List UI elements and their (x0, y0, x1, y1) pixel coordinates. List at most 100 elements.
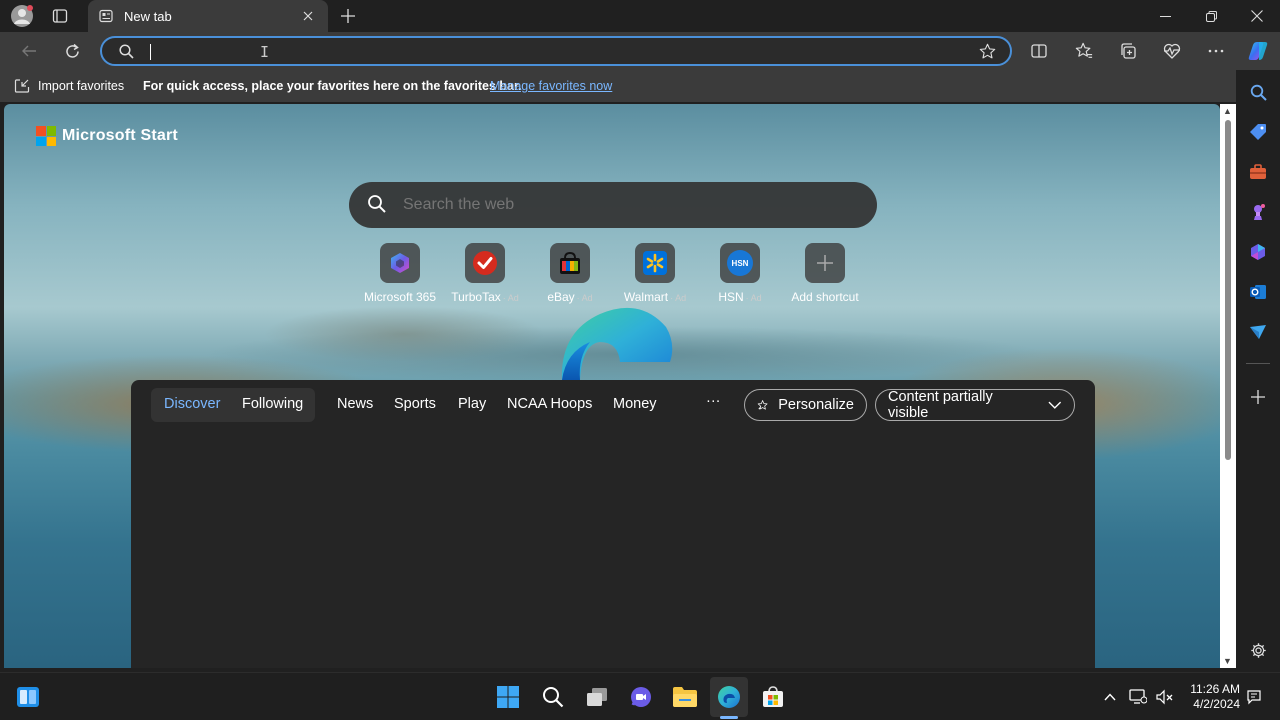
tab-sports[interactable]: Sports (394, 396, 436, 412)
content-visibility-label: Content partially visible (888, 389, 993, 421)
microsoft-store-button[interactable] (759, 683, 787, 711)
tab-ncaa-hoops[interactable]: NCAA Hoops (507, 396, 592, 412)
edge-taskbar-button[interactable] (715, 683, 743, 711)
turbotax-icon (473, 251, 497, 275)
sidebar-shopping-button[interactable] (1246, 120, 1270, 144)
search-icon (119, 44, 134, 59)
close-icon (1251, 10, 1263, 22)
show-hidden-icons-button[interactable] (1097, 683, 1123, 711)
file-explorer-button[interactable] (671, 683, 699, 711)
address-bar[interactable]: I (100, 36, 1012, 66)
new-tab-button[interactable] (334, 4, 362, 28)
shortcut-tile (635, 243, 675, 283)
collections-button[interactable] (1113, 37, 1143, 65)
favorites-star-list-icon (1075, 42, 1093, 58)
minimize-button[interactable] (1142, 0, 1188, 32)
widgets-icon (17, 687, 39, 707)
mouse-ibeam-cursor-icon: I (260, 43, 270, 61)
manage-favorites-link[interactable]: Manage favorites now (490, 79, 612, 93)
shortcut-hsn[interactable]: HSN HSN · Ad (695, 243, 785, 304)
network-display-icon (1129, 689, 1147, 704)
import-favorites-button[interactable]: Import favorites (14, 78, 124, 94)
shortcut-label: Microsoft 365 (363, 290, 437, 304)
add-shortcut-button[interactable]: Add shortcut (780, 243, 870, 304)
teams-chat-button[interactable] (627, 683, 655, 711)
plus-icon (1251, 390, 1265, 404)
settings-and-more-button[interactable] (1201, 37, 1231, 65)
shortcut-tile (380, 243, 420, 283)
ad-badge: · Ad (745, 293, 762, 303)
scroll-down-arrow-icon[interactable]: ▼ (1223, 656, 1232, 666)
tab-discover[interactable]: Discover (164, 396, 220, 412)
page-scrollbar[interactable]: ▲ ▼ (1220, 104, 1236, 668)
split-screen-button[interactable] (1024, 37, 1054, 65)
microsoft-365-icon (1251, 244, 1265, 260)
tab-news[interactable]: News (337, 396, 373, 412)
network-status-button[interactable] (1126, 683, 1150, 711)
sidebar-microsoft-365-button[interactable] (1246, 240, 1270, 264)
sidebar-settings-button[interactable] (1246, 638, 1270, 662)
profile-avatar[interactable] (8, 4, 36, 28)
sidebar-tools-button[interactable] (1246, 160, 1270, 184)
microsoft-start-logo[interactable]: Microsoft Start (36, 126, 178, 146)
brand-title: Microsoft Start (62, 127, 178, 144)
more-tabs-button[interactable]: ··· (706, 393, 721, 409)
heart-pulse-icon (1163, 43, 1181, 59)
sidebar-add-button[interactable] (1246, 385, 1270, 409)
microsoft-365-icon (391, 253, 409, 273)
folder-icon (673, 687, 697, 707)
sparkle-star-icon (757, 400, 768, 410)
copilot-button[interactable] (1243, 37, 1273, 65)
widgets-button[interactable] (14, 683, 42, 711)
browser-essentials-button[interactable] (1157, 37, 1187, 65)
tab-following[interactable]: Following (242, 396, 303, 412)
news-feed-panel: Discover Following News Sports Play NCAA… (131, 380, 1095, 668)
search-icon (1250, 84, 1267, 101)
volume-button[interactable] (1152, 683, 1176, 711)
start-button[interactable] (494, 683, 522, 711)
tab-actions-button[interactable] (46, 4, 74, 28)
clock-date: 4/2/2024 (1193, 697, 1240, 711)
outlook-icon (1250, 285, 1266, 299)
windows-logo-icon (497, 686, 519, 708)
tab-play[interactable]: Play (458, 396, 486, 412)
shortcut-tile (465, 243, 505, 283)
shortcut-walmart[interactable]: Walmart · Ad (610, 243, 700, 304)
sidebar-games-button[interactable] (1246, 200, 1270, 224)
tab-close-button[interactable] (296, 4, 320, 28)
web-search-input[interactable] (403, 194, 843, 216)
add-favorite-button[interactable] (976, 41, 998, 61)
back-button[interactable] (14, 37, 44, 65)
scroll-thumb[interactable] (1225, 120, 1231, 460)
store-bag-icon (763, 686, 783, 707)
sidebar-search-button[interactable] (1246, 80, 1270, 104)
windows-taskbar: 11:26 AM 4/2/2024 (0, 672, 1280, 720)
shortcut-ebay[interactable]: eBay · Ad (525, 243, 615, 304)
back-arrow-icon (22, 45, 36, 57)
taskbar-search-button[interactable] (539, 683, 567, 711)
refresh-button[interactable] (57, 37, 87, 65)
sidebar-outlook-button[interactable] (1246, 280, 1270, 304)
edge-sidebar (1236, 70, 1280, 668)
task-view-icon (587, 688, 607, 706)
shortcut-microsoft-365[interactable]: Microsoft 365 (355, 243, 445, 304)
personalize-button[interactable]: Personalize (744, 389, 867, 421)
walmart-icon (643, 251, 667, 275)
web-search-box[interactable] (349, 182, 877, 228)
tab-new-tab[interactable]: New tab (88, 0, 328, 32)
content-visibility-dropdown[interactable]: Content partially visible (875, 389, 1075, 421)
notifications-button[interactable] (1243, 683, 1265, 711)
chess-piece-icon (1254, 204, 1265, 220)
clock-time: 11:26 AM (1190, 682, 1240, 696)
shortcut-turbotax[interactable]: TurboTax · Ad (440, 243, 530, 304)
sidebar-drop-button[interactable] (1246, 320, 1270, 344)
system-clock[interactable]: 11:26 AM 4/2/2024 (1180, 682, 1240, 712)
shortcut-tile (550, 243, 590, 283)
scroll-up-arrow-icon[interactable]: ▲ (1223, 106, 1232, 116)
favorites-button[interactable] (1069, 37, 1099, 65)
tab-money[interactable]: Money (613, 396, 657, 412)
task-view-button[interactable] (583, 683, 611, 711)
search-icon (368, 195, 386, 213)
restore-button[interactable] (1188, 0, 1234, 32)
close-window-button[interactable] (1234, 0, 1280, 32)
